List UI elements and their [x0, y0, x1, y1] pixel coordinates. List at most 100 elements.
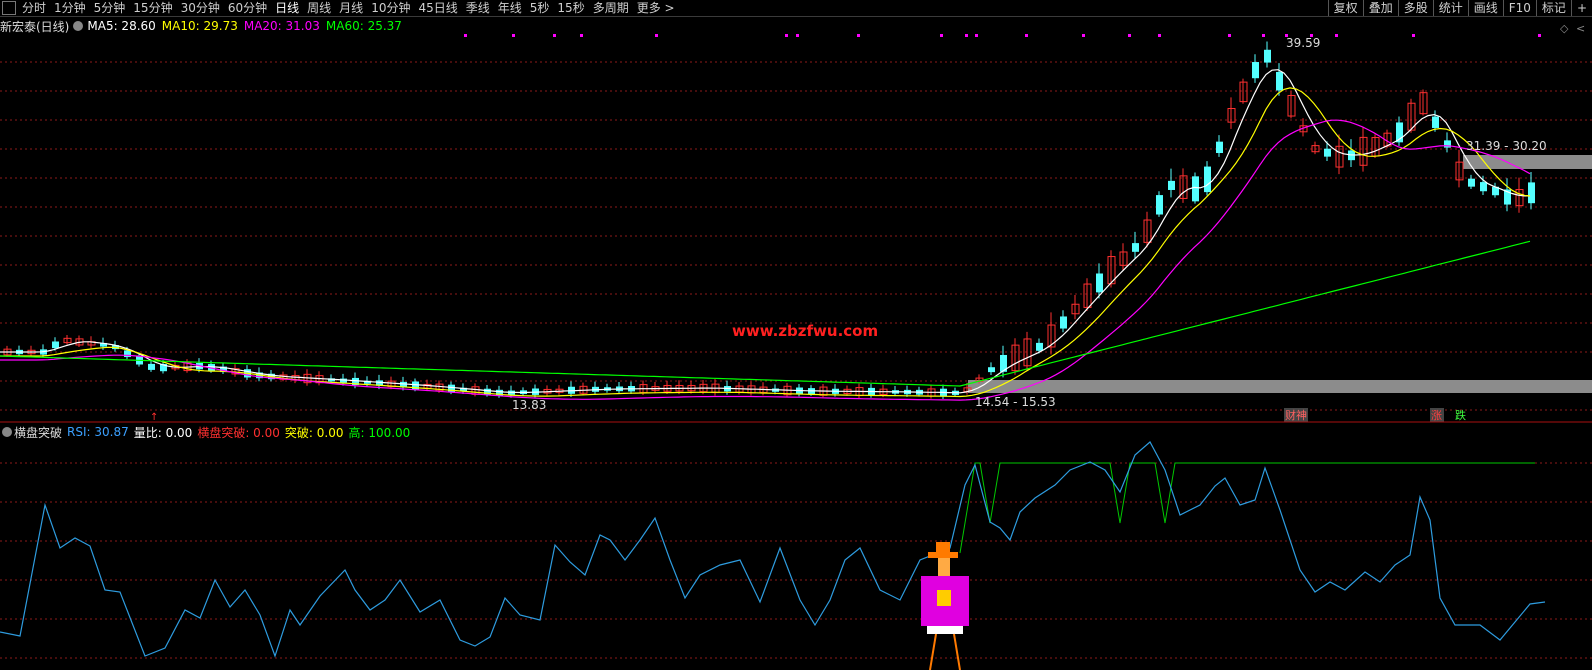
indicator-legend: 横盘突破 RSI: 30.87 量比: 0.00 横盘突破: 0.00 突破: …: [0, 424, 415, 440]
ma5-line: [0, 69, 1530, 394]
period-weekly[interactable]: 周线: [303, 0, 335, 16]
ma10-line: [0, 87, 1531, 398]
period-15sec[interactable]: 15秒: [553, 0, 588, 16]
candle-body-down: [1468, 178, 1475, 187]
signal-dot: [965, 34, 968, 37]
candle-body-down: [1132, 243, 1139, 252]
overlay-button[interactable]: 叠加: [1362, 0, 1398, 16]
breakout-label: 横盘突破: 0.00: [197, 425, 280, 440]
signal-dot: [1335, 34, 1338, 37]
signal-dot: [1228, 34, 1231, 37]
period-more[interactable]: 更多 >: [633, 0, 679, 16]
period-multi[interactable]: 多周期: [589, 0, 633, 16]
right-toolbar: 复权 叠加 多股 统计 画线 F10 标记 +: [1327, 0, 1592, 16]
period-10min[interactable]: 10分钟: [367, 0, 414, 16]
period-minute-chart[interactable]: 分时: [18, 0, 50, 16]
ma10-label: MA10: 29.73: [161, 19, 238, 33]
signal-dot: [553, 34, 556, 37]
settings-circle-icon[interactable]: [73, 21, 84, 31]
pink-signal-dots: [464, 34, 1541, 37]
period-5sec[interactable]: 5秒: [526, 0, 554, 16]
period-5min[interactable]: 5分钟: [90, 0, 130, 16]
restore-rights-button[interactable]: 复权: [1327, 0, 1363, 16]
indicator-name[interactable]: 横盘突破: [14, 424, 62, 441]
ma-legend: 新宏泰(日线) MA5: 28.60 MA10: 29.73 MA20: 31.…: [0, 18, 408, 34]
rsi-line: [0, 441, 1546, 658]
candle-body-down: [1204, 166, 1211, 193]
period-30min[interactable]: 30分钟: [177, 0, 224, 16]
period-toolbar: 分时 1分钟 5分钟 15分钟 30分钟 60分钟 日线 周线 月线 10分钟 …: [0, 0, 1592, 17]
signal-dot: [975, 34, 978, 37]
candle-body-down: [1192, 176, 1199, 202]
signal-dot: [512, 34, 515, 37]
period-monthly[interactable]: 月线: [335, 0, 367, 16]
period-quarterly[interactable]: 季线: [462, 0, 494, 16]
stock-name: 新宏泰(日线): [0, 19, 70, 34]
candle-body-down: [1156, 195, 1163, 215]
signal-dot: [1412, 34, 1415, 37]
signal-dot: [1262, 34, 1265, 37]
period-60min[interactable]: 60分钟: [224, 0, 271, 16]
period-45day[interactable]: 45日线: [414, 0, 461, 16]
ma5-label: MA5: 28.60: [87, 19, 156, 33]
candle-body-down: [1036, 342, 1043, 351]
add-button[interactable]: +: [1570, 0, 1592, 16]
multi-stock-button[interactable]: 多股: [1397, 0, 1433, 16]
die-marker: 跌: [1455, 408, 1466, 422]
small-marker: ↑: [150, 412, 158, 423]
candle-body-down: [1480, 182, 1487, 192]
candle-body-down: [448, 384, 455, 393]
candle-body-down: [52, 341, 59, 349]
candle-body-down: [1252, 62, 1259, 79]
indicator-gridlines: [0, 462, 1592, 659]
period-daily[interactable]: 日线: [271, 0, 303, 16]
mark-button[interactable]: 标记: [1535, 0, 1571, 16]
signal-dot: [1538, 34, 1541, 37]
price-gridlines: [0, 61, 1592, 411]
period-15min[interactable]: 15分钟: [129, 0, 176, 16]
signal-dot: [940, 34, 943, 37]
candle-body-down: [988, 367, 995, 373]
indicator-high-line: [959, 462, 1535, 554]
signal-dot: [1158, 34, 1161, 37]
low-price-label: 13.83: [512, 398, 546, 412]
collapse-icon[interactable]: <: [1576, 22, 1585, 35]
signal-dot: [580, 34, 583, 37]
period-yearly[interactable]: 年线: [494, 0, 526, 16]
candle-body-down: [1168, 180, 1175, 190]
f10-button[interactable]: F10: [1502, 0, 1536, 16]
support-band-label: 14.54 - 15.53: [975, 395, 1056, 409]
diamond-icon[interactable]: ◇: [1560, 22, 1569, 35]
toolbar-square-icon[interactable]: [2, 1, 16, 15]
candle-body-down: [1324, 148, 1331, 157]
moving-average-lines: [0, 69, 1531, 401]
high-price-label: 39.59: [1286, 36, 1320, 50]
kline-chart[interactable]: 39.59 13.83 14.54 - 15.53 31.39 - 30.20 …: [0, 0, 1592, 670]
candle-body-down: [1216, 141, 1223, 154]
high-label: 高: 100.00: [348, 425, 411, 440]
indicator-settings-icon[interactable]: [2, 427, 12, 437]
ma60-line: [0, 240, 1531, 387]
resistance-band-label: 31.39 - 30.20: [1466, 139, 1547, 153]
signal-dot: [1128, 34, 1131, 37]
zhang-marker: 涨: [1431, 409, 1442, 422]
statistics-button[interactable]: 统计: [1432, 0, 1468, 16]
ma60-label: MA60: 25.37: [325, 19, 402, 33]
candle-body-down: [1276, 71, 1283, 91]
signal-dot: [857, 34, 860, 37]
draw-line-button[interactable]: 画线: [1467, 0, 1503, 16]
candle-body-down: [1432, 116, 1439, 128]
caishen-figure: [921, 542, 969, 670]
ma20-label: MA20: 31.03: [243, 19, 320, 33]
ma20-line: [0, 119, 1531, 401]
period-1min[interactable]: 1分钟: [50, 0, 90, 16]
caishen-marker: 财神: [1285, 408, 1307, 422]
watermark-text: www.zbzfwu.com: [732, 322, 878, 340]
signal-dot: [655, 34, 658, 37]
support-band: [968, 380, 1592, 393]
signal-dot: [1025, 34, 1028, 37]
tupo-label: 突破: 0.00: [284, 425, 344, 440]
signal-dot: [464, 34, 467, 37]
candle-body-down: [1096, 273, 1103, 293]
candle-body-down: [1060, 316, 1067, 329]
